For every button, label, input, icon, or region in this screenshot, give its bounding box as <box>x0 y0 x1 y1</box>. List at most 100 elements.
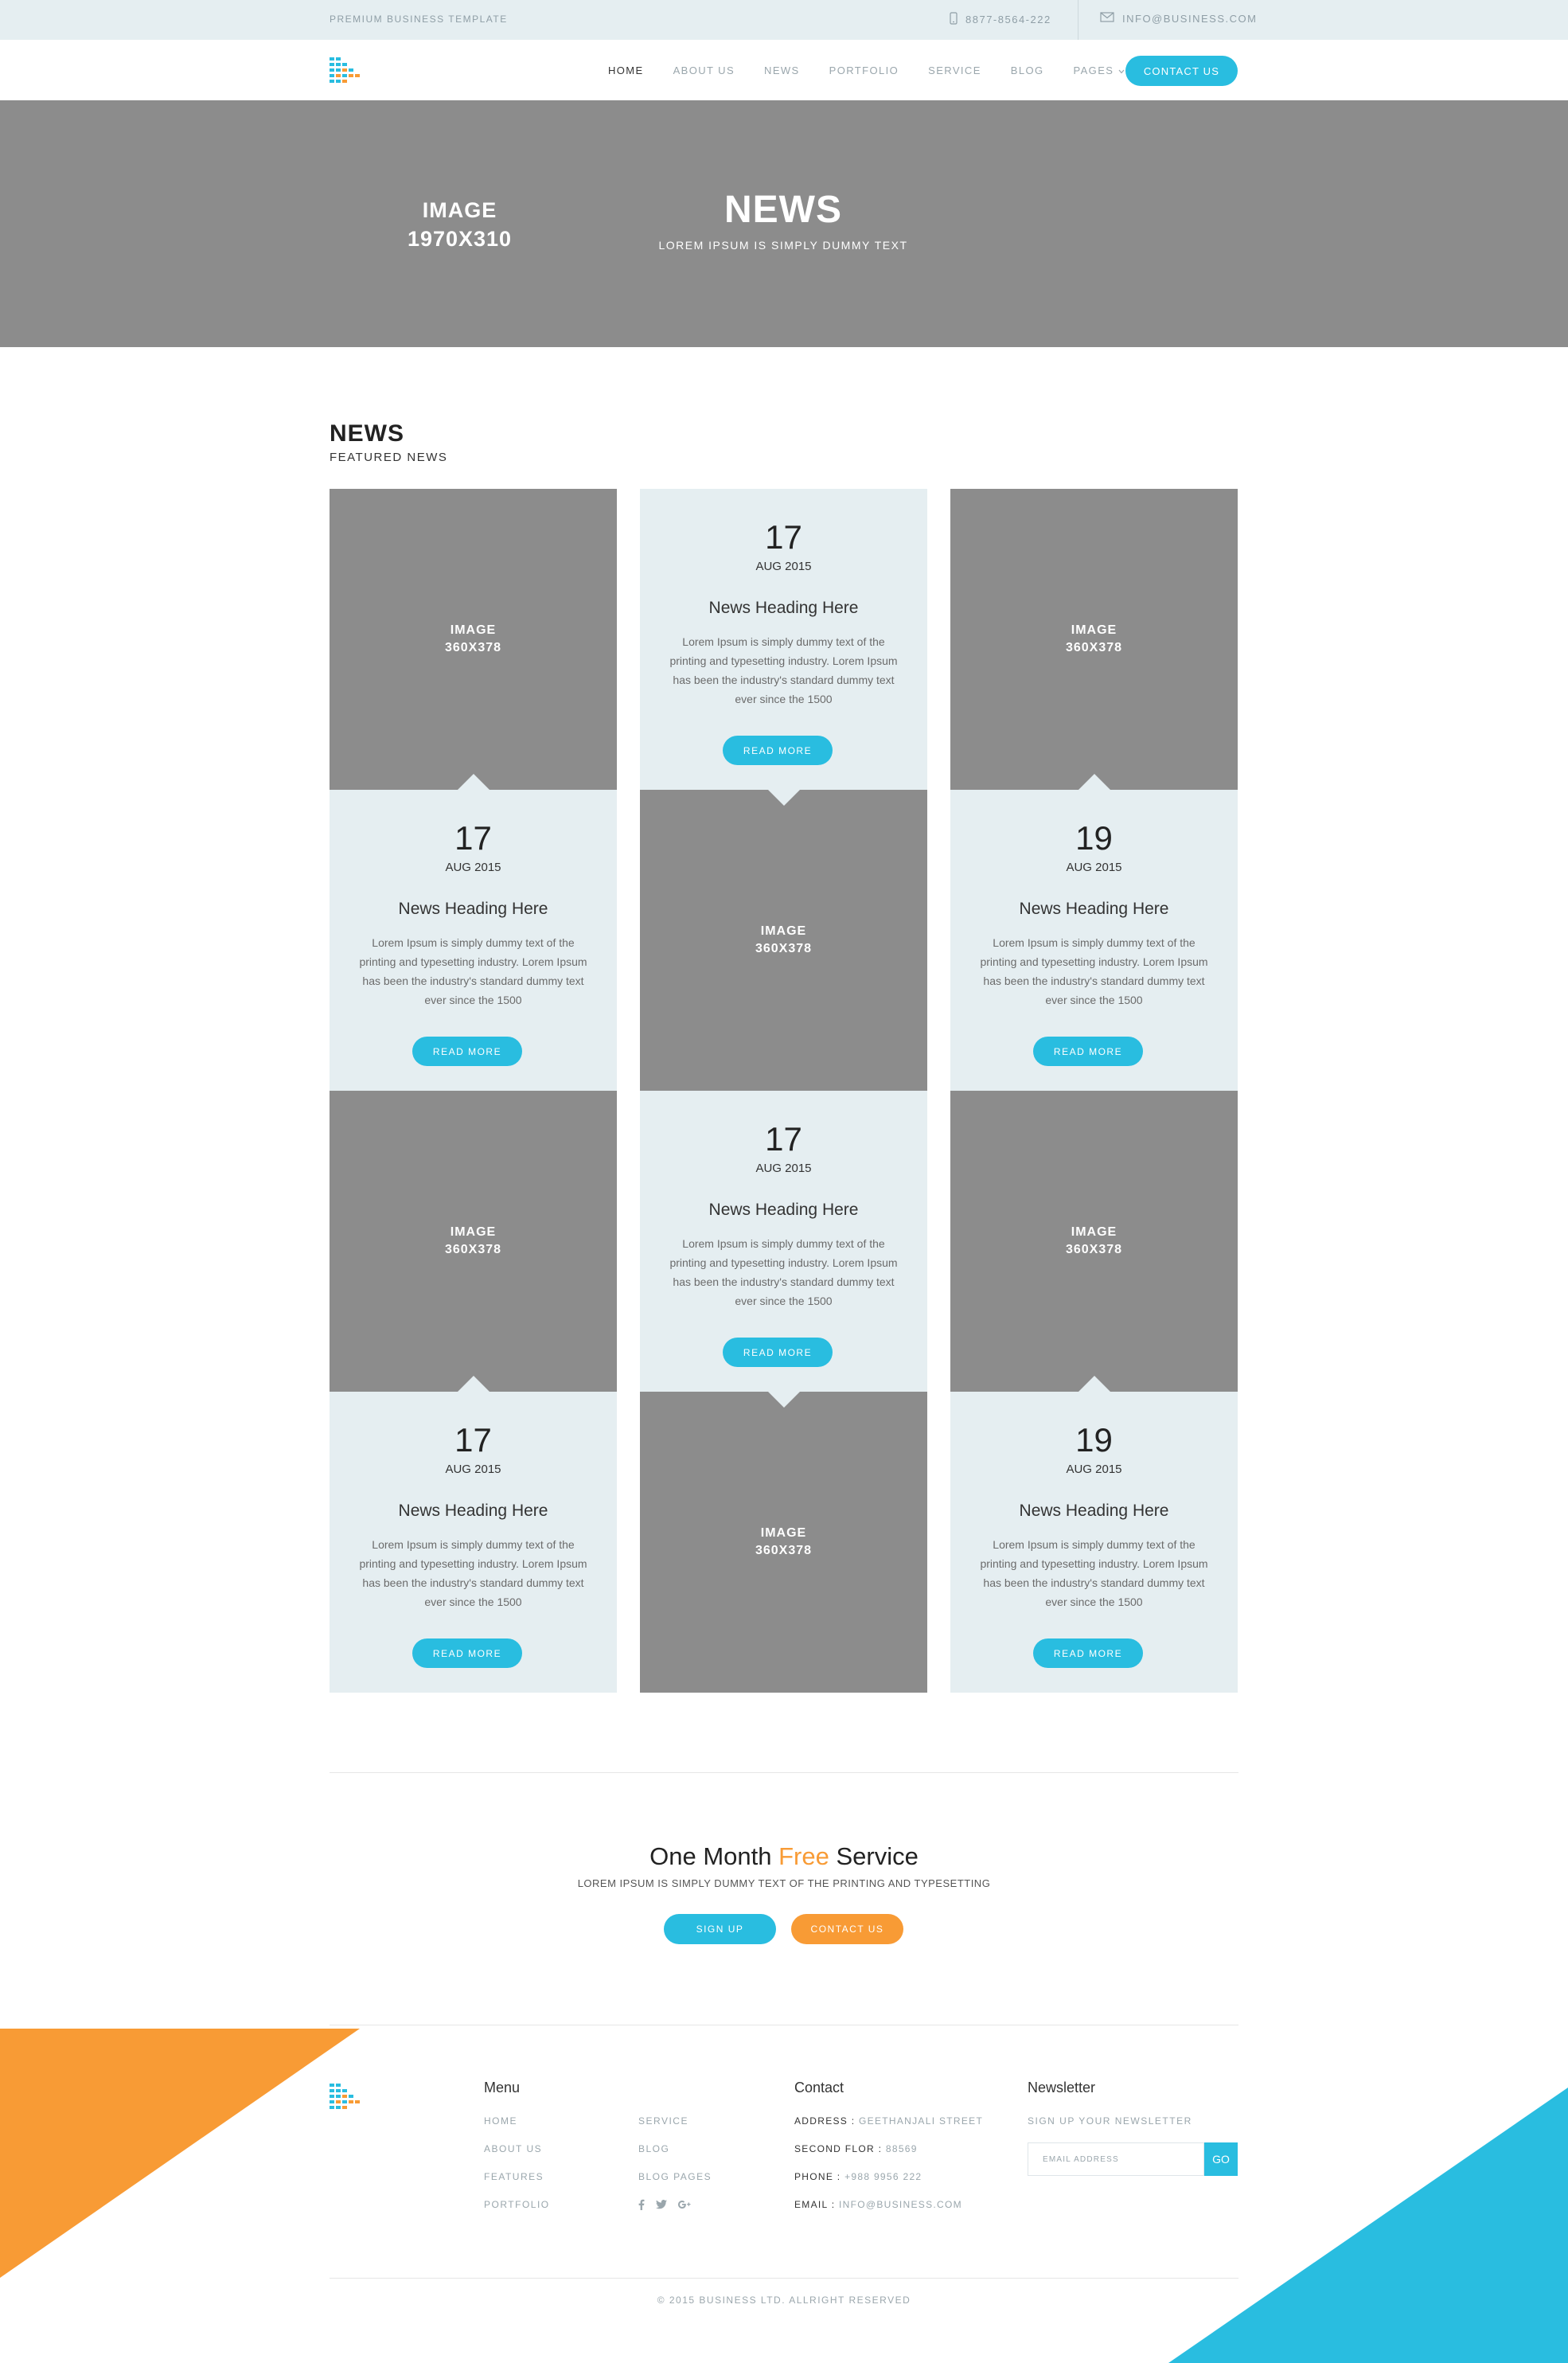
news-excerpt: Lorem Ipsum is simply dummy text of the … <box>980 1538 1208 1608</box>
news-image-placeholder: IMAGE 360X378 <box>330 1091 617 1392</box>
footer-logo[interactable] <box>330 2084 363 2109</box>
image-label: IMAGE <box>760 1526 807 1540</box>
chevron-down-icon <box>1118 64 1125 76</box>
top-email[interactable]: INFO@BUSINESS.COM <box>1100 12 1257 25</box>
news-excerpt: Lorem Ipsum is simply dummy text of the … <box>359 936 587 1006</box>
card-pointer <box>1078 1376 1110 1392</box>
google-plus-icon[interactable] <box>678 2199 691 2214</box>
brand-logo[interactable] <box>330 57 363 83</box>
news-heading[interactable]: News Heading Here <box>330 1502 617 1521</box>
card-pointer <box>767 1392 800 1408</box>
mail-icon <box>1100 12 1114 25</box>
read-more-button[interactable]: READ MORE <box>1033 1037 1143 1066</box>
footer-link-blog-pages[interactable]: BLOG PAGES <box>638 2171 712 2182</box>
hero-image-placeholder: IMAGE 1970X310 <box>390 196 529 253</box>
footer-link-about-us[interactable]: ABOUT US <box>484 2143 542 2154</box>
nav-item-news[interactable]: NEWS <box>764 64 800 76</box>
news-image-placeholder: IMAGE 360X378 <box>640 790 927 1091</box>
nav-item-home[interactable]: HOME <box>608 64 644 76</box>
footer-menu-title: Menu <box>484 2080 521 2095</box>
news-card: 17 AUG 2015 News Heading Here Lorem Ipsu… <box>640 489 927 806</box>
promo-subtitle: LOREM IPSUM IS SIMPLY DUMMY TEXT OF THE … <box>577 1877 991 1889</box>
news-heading[interactable]: News Heading Here <box>950 1502 1238 1521</box>
newsletter-subtitle: SIGN UP YOUR NEWSLETTER <box>1028 2115 1192 2127</box>
news-card: 19 AUG 2015 News Heading Here Lorem Ipsu… <box>950 774 1238 1091</box>
news-day: 17 <box>454 819 492 857</box>
news-month: AUG 2015 <box>445 861 501 874</box>
card-pointer <box>457 1376 490 1392</box>
email-address: INFO@BUSINESS.COM <box>1122 12 1258 25</box>
main-nav: HOME ABOUT US NEWS PORTFOLIO SERVICE BLO… <box>608 40 1154 100</box>
read-more-button[interactable]: READ MORE <box>412 1638 522 1668</box>
nav-item-pages[interactable]: PAGES <box>1074 64 1125 76</box>
footer-link-home[interactable]: HOME <box>484 2115 517 2127</box>
newsletter-go-button[interactable]: GO <box>1204 2142 1238 2176</box>
card-pointer <box>457 774 490 790</box>
contact-phone: PHONE : +988 9956 222 <box>794 2171 922 2182</box>
image-label: IMAGE <box>450 1225 497 1239</box>
contact-address-label: ADDRESS : <box>794 2115 856 2127</box>
news-heading[interactable]: News Heading Here <box>640 1201 927 1220</box>
read-more-button[interactable]: READ MORE <box>1033 1638 1143 1668</box>
contact-email: EMAIL : INFO@BUSINESS.COM <box>794 2199 962 2210</box>
news-excerpt: Lorem Ipsum is simply dummy text of the … <box>980 936 1208 1006</box>
image-size: 360X378 <box>755 1544 813 1557</box>
hero-image-label: IMAGE <box>422 198 497 222</box>
footer-contact-title: Contact <box>794 2080 844 2095</box>
promo-title-highlight: Free <box>778 1842 829 1870</box>
read-more-button[interactable]: READ MORE <box>723 736 833 765</box>
image-size: 360X378 <box>1065 1243 1123 1256</box>
section-subtitle: FEATURED NEWS <box>330 451 448 464</box>
contact-us-button[interactable]: CONTACT US <box>1125 56 1238 86</box>
footer-link-portfolio[interactable]: PORTFOLIO <box>484 2199 550 2210</box>
image-label: IMAGE <box>450 623 497 637</box>
news-heading[interactable]: News Heading Here <box>950 900 1238 919</box>
news-card: 19 AUG 2015 News Heading Here Lorem Ipsu… <box>950 1376 1238 1693</box>
news-excerpt: Lorem Ipsum is simply dummy text of the … <box>359 1538 587 1608</box>
news-month: AUG 2015 <box>755 1162 812 1175</box>
nav-item-service[interactable]: SERVICE <box>928 64 981 76</box>
news-card: 17 AUG 2015 News Heading Here Lorem Ipsu… <box>330 1376 617 1693</box>
news-day: 17 <box>454 1421 492 1459</box>
footer-link-blog[interactable]: BLOG <box>638 2143 669 2154</box>
sign-up-button[interactable]: SIGN UP <box>664 1914 776 1944</box>
image-size: 360X378 <box>444 641 502 654</box>
read-more-button[interactable]: READ MORE <box>723 1338 833 1367</box>
news-month: AUG 2015 <box>1066 1463 1122 1476</box>
section-divider <box>330 1772 1238 1773</box>
promo-title-pre: One Month <box>649 1842 779 1870</box>
nav-item-about-us[interactable]: ABOUT US <box>673 64 735 76</box>
page-title: NEWS <box>724 189 842 231</box>
nav-item-portfolio[interactable]: PORTFOLIO <box>829 64 899 76</box>
image-size: 360X378 <box>755 942 813 955</box>
news-image-placeholder: IMAGE 360X378 <box>330 489 617 790</box>
footer-link-features[interactable]: FEATURES <box>484 2171 544 2182</box>
news-day: 19 <box>1075 1421 1113 1459</box>
news-month: AUG 2015 <box>1066 861 1122 874</box>
news-day: 17 <box>765 518 802 556</box>
image-size: 360X378 <box>1065 641 1123 654</box>
copyright-text: © 2015 BUSINESS LTD. ALLRIGHT RESERVED <box>657 2295 911 2306</box>
nav-item-blog[interactable]: BLOG <box>1011 64 1044 76</box>
promo-contact-button[interactable]: CONTACT US <box>791 1914 903 1944</box>
news-day: 17 <box>765 1120 802 1158</box>
twitter-icon[interactable] <box>656 2199 667 2214</box>
blue-decor-triangle <box>1168 2088 1568 2363</box>
hero-banner: IMAGE 1970X310 NEWS LOREM IPSUM IS SIMPL… <box>0 100 1568 347</box>
facebook-icon[interactable] <box>638 2199 645 2214</box>
contact-email-value[interactable]: INFO@BUSINESS.COM <box>835 2199 962 2210</box>
read-more-button[interactable]: READ MORE <box>412 1037 522 1066</box>
news-card: 17 AUG 2015 News Heading Here Lorem Ipsu… <box>640 1091 927 1408</box>
top-bar: PREMIUM BUSINESS TEMPLATE 8877-8564-222 … <box>0 0 1568 40</box>
newsletter-email-input[interactable] <box>1028 2142 1204 2176</box>
image-label: IMAGE <box>1071 623 1117 637</box>
footer-link-service[interactable]: SERVICE <box>638 2115 688 2127</box>
contact-floor-label: SECOND FLOR : <box>794 2143 883 2154</box>
news-heading[interactable]: News Heading Here <box>640 599 927 618</box>
top-phone: 8877-8564-222 <box>950 12 1051 27</box>
nav-item-pages-label: PAGES <box>1073 64 1114 76</box>
image-label: IMAGE <box>760 924 807 938</box>
tagline: PREMIUM BUSINESS TEMPLATE <box>330 14 508 25</box>
news-image-placeholder: IMAGE 360X378 <box>950 1091 1238 1392</box>
news-heading[interactable]: News Heading Here <box>330 900 617 919</box>
